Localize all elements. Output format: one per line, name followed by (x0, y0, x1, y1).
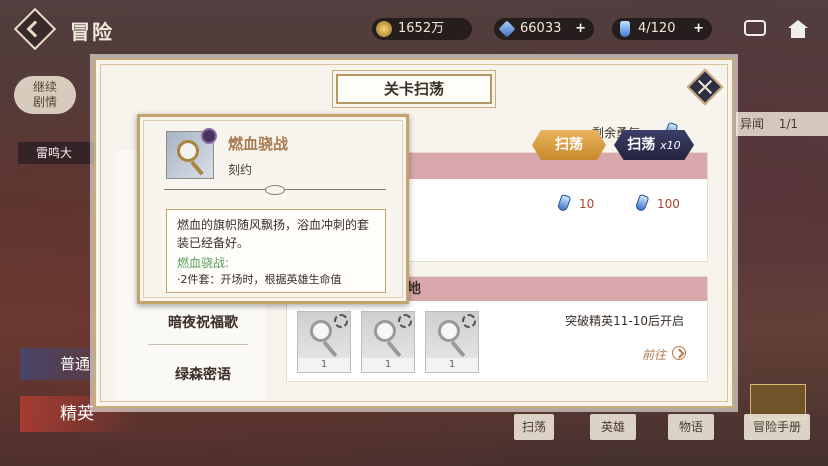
continue-story-label: 继续 剧情 (32, 80, 57, 109)
sweep-cost-1: 10 (579, 197, 595, 211)
stamina-counter: 4/120 + (612, 18, 712, 40)
stage-item-dark-night[interactable]: 暗夜祝福歌 (138, 312, 268, 332)
top-bar: 冒险 1652万 66033 + 4/120 + (0, 0, 828, 56)
side-story-bar[interactable]: 异闻 1/1 (736, 112, 828, 136)
add-stamina-button[interactable]: + (693, 18, 704, 40)
mirror-icon (177, 140, 199, 162)
chat-icon[interactable] (744, 20, 766, 36)
gear-icon (398, 314, 412, 328)
bottom-tab-sweep[interactable]: 扫荡 (514, 414, 554, 440)
set-bonus-line: ·2件套：开场时，根据英雄生命值 (177, 273, 342, 286)
bottom-tab-manual[interactable]: 冒险手册 (744, 414, 810, 440)
chapter-banner-label: 雷鸣大 (36, 146, 73, 160)
gem-value: 66033 (520, 21, 562, 36)
set-bonus-title: 燃血骁战: (177, 256, 230, 270)
gold-counter: 1652万 (372, 18, 472, 40)
gear-icon (334, 314, 348, 328)
gold-value: 1652万 (398, 21, 445, 36)
stamina-potion-icon (620, 21, 630, 37)
sweep-once-button[interactable]: 扫荡 (532, 130, 606, 160)
sweep-once-label: 扫荡 (555, 137, 583, 153)
mirror-handle (322, 340, 338, 358)
list-divider (148, 344, 248, 345)
bottom-tab-stories[interactable]: 物语 (668, 414, 714, 440)
back-button[interactable] (13, 7, 57, 51)
mirror-handle (190, 160, 204, 176)
goto-link[interactable]: 前往 (642, 346, 666, 363)
difficulty-elite-label: 精英 (60, 404, 94, 424)
dialog-title: 关卡扫荡 (336, 74, 492, 104)
stamina-value: 4/120 (638, 21, 676, 36)
cost-potion-icon (634, 193, 650, 213)
sweep-ten-button[interactable]: 扫荡 x10 (614, 130, 694, 160)
item-description-box[interactable]: 燃血的旗帜随风飘扬，浴血冲刺的套装已经备好。 燃血骁战: ·2件套：开场时，根据… (166, 209, 386, 293)
mirror-handle (450, 340, 466, 358)
drop-item[interactable]: 1 (361, 311, 415, 373)
bottom-tab-heroes[interactable]: 英雄 (590, 414, 636, 440)
gold-coin-icon (376, 21, 392, 37)
side-story-count: 1/1 (778, 117, 798, 131)
stage-item-green-forest[interactable]: 绿森密语 (138, 364, 268, 384)
ornament-divider (164, 185, 386, 195)
cost-potion-icon (556, 193, 572, 213)
mirror-icon (438, 320, 460, 342)
unlock-condition: 突破精英11-10后开启 (565, 314, 684, 328)
drop-item-count: 1 (362, 358, 414, 372)
back-arrow-icon (26, 20, 44, 38)
mirror-icon (310, 320, 332, 342)
drop-item-count: 1 (426, 358, 478, 372)
item-icon (166, 128, 217, 179)
mirror-handle (386, 340, 402, 358)
continue-story-button[interactable]: 继续 剧情 (14, 76, 76, 114)
item-description: 燃血的旗帜随风飘扬，浴血冲刺的套装已经备好。 (177, 218, 370, 250)
close-icon[interactable] (686, 68, 724, 106)
difficulty-normal-label: 普通 (60, 355, 91, 373)
drop-item[interactable]: 1 (297, 311, 351, 373)
item-type: 刻约 (228, 163, 253, 177)
gem-icon (498, 20, 516, 38)
sweep-ten-label: 扫荡 (627, 137, 656, 153)
drop-item-count: 1 (298, 358, 350, 372)
sweep-cost-10: 100 (657, 197, 680, 211)
side-story-label: 异闻 (740, 117, 765, 131)
gem-counter: 66033 + (494, 18, 594, 40)
page-title: 冒险 (70, 20, 114, 44)
gear-icon (201, 128, 217, 144)
home-icon[interactable] (788, 20, 808, 38)
mirror-icon (374, 320, 396, 342)
item-tooltip: 燃血骁战 刻约 燃血的旗帜随风飘扬，浴血冲刺的套装已经备好。 燃血骁战: ·2件… (137, 114, 409, 304)
goto-arrow-icon[interactable] (672, 346, 686, 360)
add-gems-button[interactable]: + (575, 18, 586, 40)
sweep-ten-suffix: x10 (660, 139, 681, 152)
item-name: 燃血骁战 (228, 135, 289, 153)
